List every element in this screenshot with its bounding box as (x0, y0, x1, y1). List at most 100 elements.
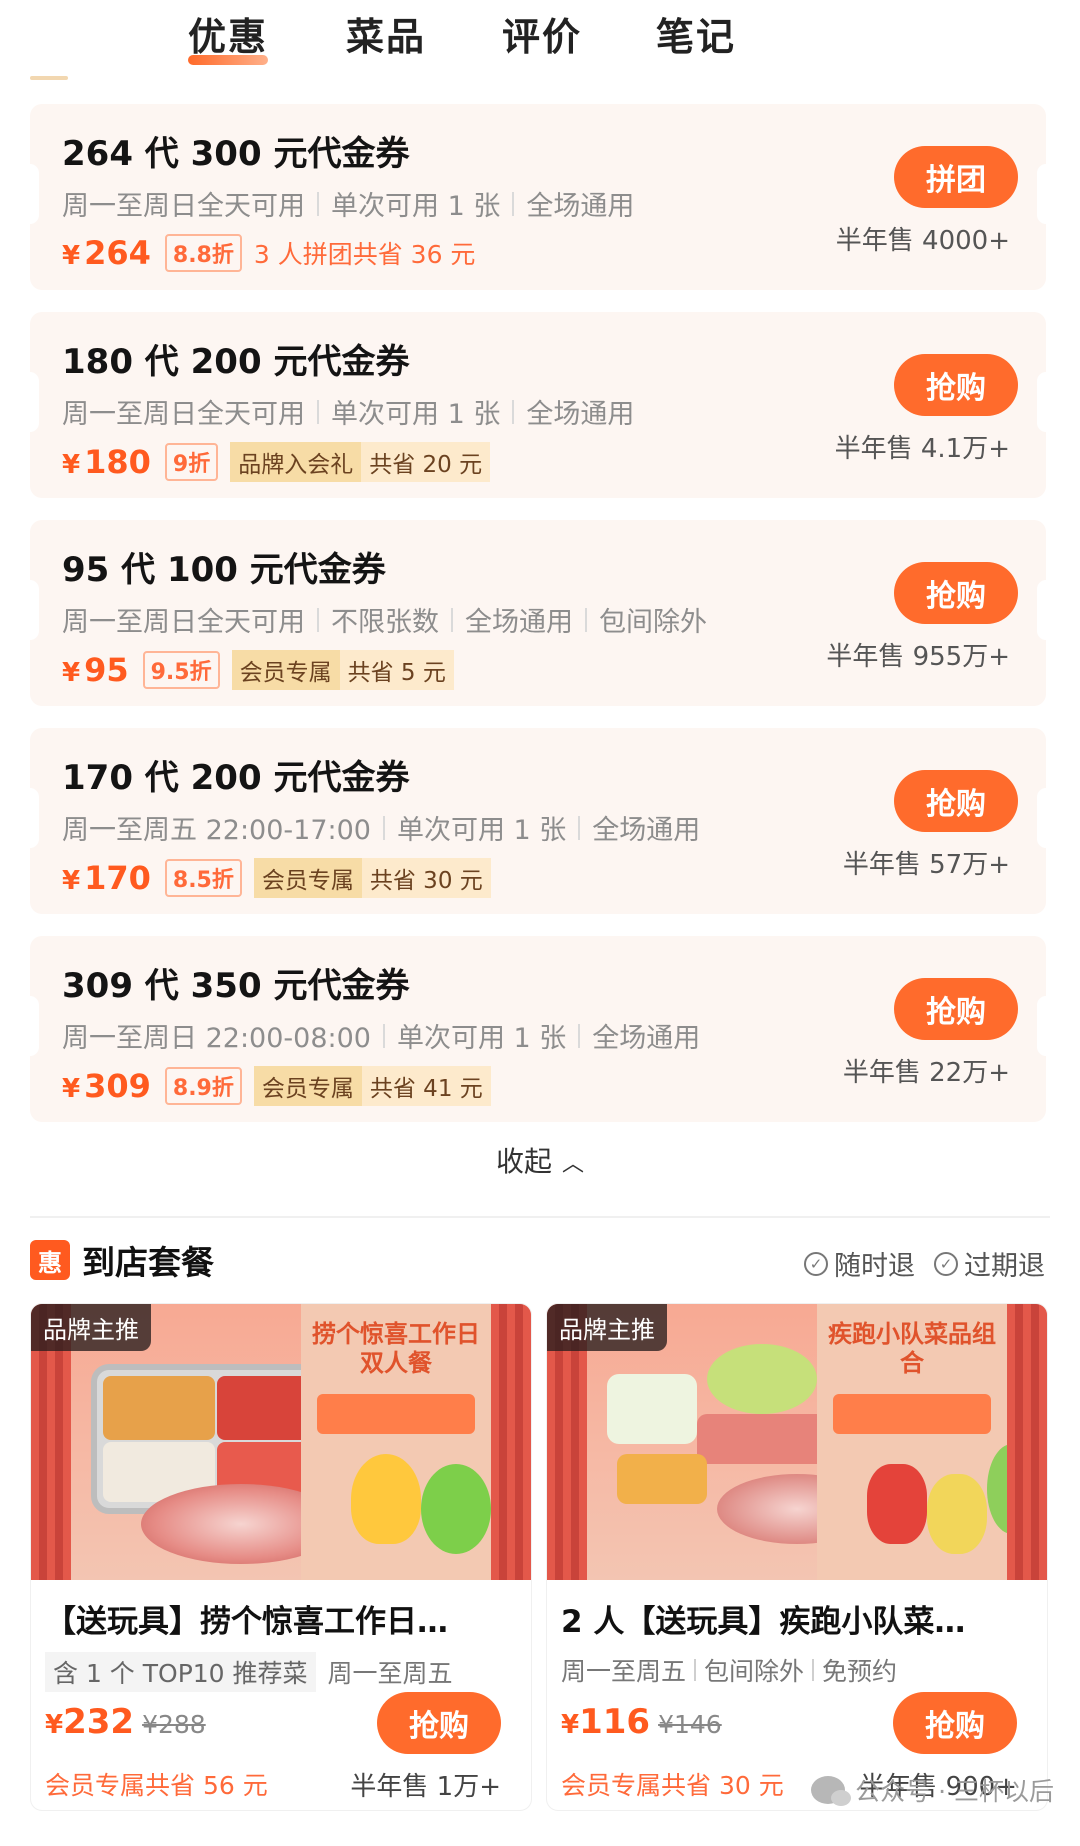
member-save-text: 会员专属共省 56 元 (45, 1771, 268, 1800)
top-tab-bar: 优惠 菜品 评价 笔记 (0, 0, 1080, 70)
voucher-card[interactable]: 264 代 300 元代金券 周一至周日全天可用 单次可用 1 张 全场通用 ¥… (21, 104, 1055, 290)
voucher-rules: 周一至周日 22:00-08:00 单次可用 1 张 全场通用 (62, 1016, 700, 1055)
voucher-rule: 周一至周日全天可用 (62, 191, 305, 222)
buy-button[interactable]: 抢购 (894, 770, 1018, 832)
save-pill: 共省 30 元 (361, 858, 491, 898)
voucher-card[interactable]: 309 代 350 元代金券 周一至周日 22:00-08:00 单次可用 1 … (21, 936, 1055, 1122)
divider (317, 191, 319, 216)
voucher-rule: 全场通用 (592, 815, 701, 846)
divider (512, 399, 515, 424)
price-value: 264 (84, 234, 151, 272)
brand-featured-tag: 品牌主推 (31, 1304, 151, 1351)
member-save-text: 会员专属共省 30 元 (561, 1771, 784, 1800)
buy-button[interactable]: 抢购 (893, 1692, 1017, 1754)
voucher-rule: 周一至周日 22:00-08:00 (62, 1023, 371, 1054)
divider (578, 815, 581, 840)
save-pill: 共省 41 元 (361, 1066, 491, 1106)
currency-symbol: ¥ (62, 866, 81, 896)
voucher-price: ¥264 (62, 234, 151, 272)
divider (451, 607, 453, 632)
mascot-illustration (421, 1464, 491, 1554)
refund-expired-badge: ✓ 过期退 (934, 1244, 1045, 1283)
divider (585, 607, 587, 632)
chevron-up-icon: ︿ (562, 1152, 585, 1177)
price-value: 232 (63, 1702, 135, 1742)
divider (812, 1659, 815, 1681)
currency-symbol: ¥ (62, 241, 81, 271)
package-price: ¥232 ¥288 (45, 1702, 206, 1742)
discount-badge: 8.9折 (164, 1067, 242, 1105)
discount-badge: 9.5折 (142, 651, 220, 689)
discount-icon: 惠 (30, 1240, 70, 1280)
buy-button[interactable]: 抢购 (894, 354, 1018, 416)
discount-badge: 8.5折 (164, 859, 242, 897)
original-price: ¥146 (658, 1710, 722, 1739)
voucher-card[interactable]: 180 代 200 元代金券 周一至周日全天可用 单次可用 1 张 全场通用 ¥… (21, 312, 1055, 498)
poster-ribbon (317, 1394, 475, 1434)
curtain-decoration (1007, 1304, 1047, 1580)
group-save-text: 3 人拼团共省 36 元 (253, 240, 476, 269)
voucher-price: ¥309 (62, 1067, 151, 1105)
tab-reviews[interactable]: 评价 (502, 6, 582, 61)
package-image[interactable]: 捞个惊喜工作日 双人餐 品牌主推 (31, 1304, 531, 1580)
save-pill: 共省 5 元 (339, 650, 454, 690)
price-value: 180 (84, 443, 151, 481)
refund-expired-label: 过期退 (964, 1251, 1045, 1282)
currency-symbol: ¥ (45, 1710, 64, 1740)
mascot-illustration (867, 1464, 927, 1544)
section-divider (30, 1216, 1050, 1218)
collapse-toggle[interactable]: 收起 ︿ (0, 1140, 1080, 1180)
discount-badge: 8.8折 (164, 234, 242, 272)
voucher-rule: 全场通用 (526, 399, 635, 430)
tab-dishes[interactable]: 菜品 (346, 6, 426, 61)
voucher-rule: 周一至周五 22:00-17:00 (62, 815, 371, 846)
check-icon: ✓ (804, 1251, 828, 1276)
package-info-item: 周一至周五 (327, 1659, 453, 1688)
voucher-card[interactable]: 170 代 200 元代金券 周一至周五 22:00-17:00 单次可用 1 … (21, 728, 1055, 914)
poster-title: 捞个惊喜工作日 双人餐 (312, 1320, 480, 1377)
voucher-title: 170 代 200 元代金券 (62, 758, 410, 798)
voucher-rule: 单次可用 1 张 (396, 815, 567, 846)
buy-button[interactable]: 抢购 (894, 978, 1018, 1040)
voucher-price: ¥180 (62, 443, 151, 481)
buy-button[interactable]: 抢购 (377, 1692, 501, 1754)
voucher-price-row: ¥309 8.9折 会员专属 共省 41 元 (62, 1066, 491, 1106)
voucher-price-row: ¥264 8.8折 3 人拼团共省 36 元 (62, 234, 475, 272)
tab-notes[interactable]: 笔记 (656, 6, 736, 61)
package-info-item: 周一至周五 (561, 1657, 687, 1686)
refund-anytime-badge: ✓ 随时退 (804, 1244, 915, 1283)
package-name: 【送玩具】捞个惊喜工作日… (45, 1604, 448, 1640)
currency-symbol: ¥ (561, 1710, 580, 1740)
wechat-icon (811, 1776, 852, 1806)
voucher-rule: 周一至周日全天可用 (62, 399, 305, 430)
voucher-rule: 不限张数 (331, 607, 439, 638)
tab-discounts[interactable]: 优惠 (188, 6, 269, 65)
currency-symbol: ¥ (62, 450, 81, 480)
package-image[interactable]: 疾跑小队菜品组合 品牌主推 (547, 1304, 1047, 1580)
poster-title: 疾跑小队菜品组合 (828, 1320, 996, 1377)
package-card[interactable]: 疾跑小队菜品组合 品牌主推 2 人【送玩具】疾跑小队菜… 周一至周五 包间除外 … (546, 1303, 1048, 1811)
member-badge: 会员专属 (253, 1066, 362, 1106)
voucher-title: 95 代 100 元代金券 (62, 550, 386, 590)
voucher-price-row: ¥180 9折 品牌入会礼 共省 20 元 (62, 442, 491, 482)
brand-featured-tag: 品牌主推 (547, 1304, 667, 1351)
package-chip: 含 1 个 TOP10 推荐菜 (45, 1652, 316, 1692)
current-price: ¥116 (561, 1702, 650, 1742)
collapse-label: 收起 (495, 1145, 552, 1178)
voucher-rule: 单次可用 1 张 (331, 191, 501, 222)
watermark-text: 公众号 · 三杯以后 (855, 1777, 1054, 1806)
voucher-rules: 周一至周日全天可用 单次可用 1 张 全场通用 (62, 392, 634, 431)
packages-header: 惠 到店套餐 (30, 1238, 214, 1282)
voucher-title: 264 代 300 元代金券 (62, 134, 410, 174)
buy-button[interactable]: 抢购 (894, 562, 1018, 624)
voucher-title: 180 代 200 元代金券 (62, 342, 410, 382)
member-badge: 会员专属 (253, 858, 362, 898)
sales-count: 半年售 57万+ (842, 850, 1010, 880)
package-card[interactable]: 捞个惊喜工作日 双人餐 品牌主推 【送玩具】捞个惊喜工作日… 含 1 个 TOP… (30, 1303, 532, 1811)
price-value: 116 (579, 1702, 651, 1742)
packages-title: 到店套餐 (82, 1243, 214, 1282)
group-buy-button[interactable]: 拼团 (894, 146, 1018, 208)
voucher-card[interactable]: 95 代 100 元代金券 周一至周日全天可用 不限张数 全场通用 包间除外 ¥… (21, 520, 1055, 706)
divider (578, 1023, 581, 1048)
package-info-item: 包间除外 (704, 1657, 805, 1686)
